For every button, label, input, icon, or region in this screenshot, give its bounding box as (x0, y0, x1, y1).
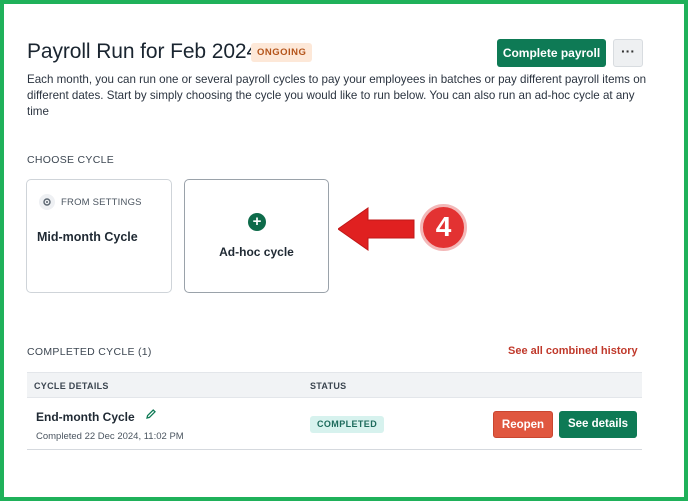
choose-cycle-heading: CHOOSE CYCLE (27, 154, 115, 166)
reopen-button[interactable]: Reopen (493, 411, 553, 438)
cycle-name: End-month Cycle (36, 410, 135, 424)
see-details-button[interactable]: See details (559, 411, 637, 438)
complete-payroll-button[interactable]: Complete payroll (497, 39, 606, 67)
plus-circle-icon: + (248, 213, 266, 231)
table-header: CYCLE DETAILS STATUS (27, 372, 642, 398)
completed-cycle-heading: COMPLETED CYCLE (1) (27, 346, 152, 358)
cycle-card-ad-hoc[interactable]: + Ad-hoc cycle (184, 179, 329, 293)
cycle-completed-date: Completed 22 Dec 2024, 11:02 PM (36, 431, 184, 442)
column-header-cycle-details: CYCLE DETAILS (34, 381, 109, 391)
step-number-badge: 4 (420, 204, 467, 251)
cycle-card-mid-month[interactable]: FROM SETTINGS Mid-month Cycle (26, 179, 172, 293)
table-row: End-month Cycle Completed 22 Dec 2024, 1… (27, 398, 642, 450)
more-options-button[interactable]: ··· (613, 39, 643, 67)
status-badge: ONGOING (251, 43, 313, 62)
annotation-arrow-icon (338, 207, 415, 251)
cycle-card-title: Mid-month Cycle (37, 230, 138, 244)
from-settings-tag: FROM SETTINGS (39, 194, 142, 210)
gear-icon (39, 194, 55, 210)
pencil-icon[interactable] (145, 408, 157, 423)
page-description: Each month, you can run one or several p… (27, 73, 647, 118)
see-combined-history-link[interactable]: See all combined history (508, 345, 638, 357)
page-title: Payroll Run for Feb 2024 (27, 40, 259, 63)
completed-status-badge: COMPLETED (310, 416, 385, 433)
column-header-status: STATUS (310, 381, 347, 391)
from-settings-label: FROM SETTINGS (61, 196, 142, 208)
cycle-card-title: Ad-hoc cycle (219, 245, 294, 259)
